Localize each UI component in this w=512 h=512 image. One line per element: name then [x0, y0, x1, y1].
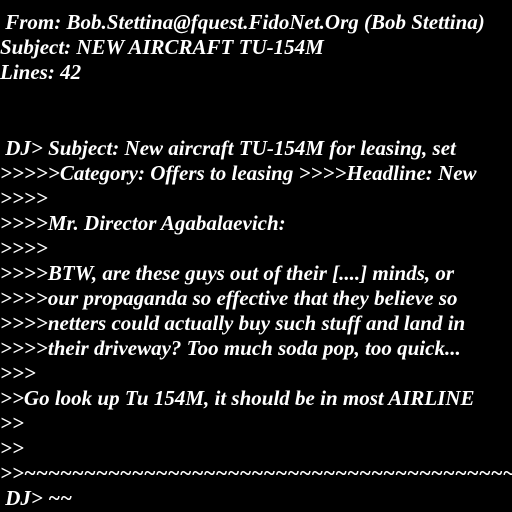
body-line: >>Go look up Tu 154M, it should be in mo… [0, 386, 475, 410]
body-line: >>>> [0, 236, 48, 260]
body-line: >> [0, 436, 24, 460]
body-line: >>>>BTW, are these guys out of their [..… [0, 261, 455, 285]
body-line: >>>>>Category: Offers to leasing >>>>Hea… [0, 161, 477, 185]
body-line: >>>>netters could actually buy such stuf… [0, 311, 466, 335]
body-line: DJ> ~~ [0, 486, 73, 510]
body-line: >>~~~~~~~~~~~~~~~~~~~~~~~~~~~~~~~~~~~~~~… [0, 461, 512, 485]
body-line: >> [0, 411, 24, 435]
body-line: >>>>Mr. Director Agabalaevich: [0, 211, 286, 235]
subject-header: Subject: NEW AIRCRAFT TU-154M [0, 35, 324, 59]
body-line: >>>>their driveway? Too much soda pop, t… [0, 336, 461, 360]
body-line: >>>> [0, 186, 48, 210]
from-header: From: Bob.Stettina@fquest.FidoNet.Org (B… [0, 10, 485, 34]
lines-header: Lines: 42 [0, 60, 82, 84]
body-line: DJ> Subject: New aircraft TU-154M for le… [0, 136, 456, 160]
message-view: From: Bob.Stettina@fquest.FidoNet.Org (B… [0, 0, 512, 512]
body-line: >>>>our propaganda so effective that the… [0, 286, 458, 310]
body-line: >>> [0, 361, 36, 385]
